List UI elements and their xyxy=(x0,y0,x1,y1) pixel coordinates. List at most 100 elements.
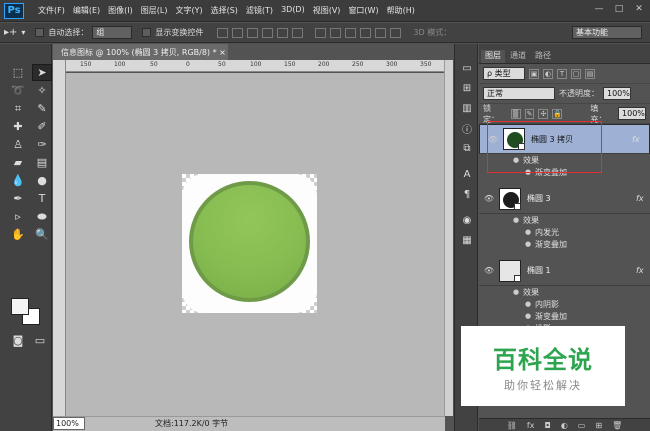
align-vcenter-icon[interactable] xyxy=(232,27,244,38)
lock-pixels-icon[interactable]: ✎ xyxy=(524,108,535,119)
eyedropper-tool-icon[interactable]: ✎ xyxy=(32,100,52,117)
clone-stamp-tool-icon[interactable]: ♙ xyxy=(8,136,28,153)
type-tool-icon[interactable]: T xyxy=(32,190,52,207)
layer-row[interactable]: 👁 椭圆 1 fx xyxy=(479,256,650,286)
align-left-icon[interactable] xyxy=(262,27,274,38)
effect-visibility-icon[interactable]: ● xyxy=(513,288,523,296)
effect-item[interactable]: ● 内阴影 xyxy=(479,298,650,310)
minimize-icon[interactable]: — xyxy=(592,3,606,15)
hand-tool-icon[interactable]: ✋ xyxy=(8,226,28,243)
filter-type-icon[interactable]: T xyxy=(557,68,567,79)
effects-header[interactable]: ● 效果 xyxy=(479,214,650,226)
lock-all-icon[interactable]: 🔒 xyxy=(552,108,563,119)
new-group-icon[interactable]: ▭ xyxy=(578,421,586,430)
fx-icon[interactable]: fx xyxy=(632,134,646,145)
menu-window[interactable]: 窗口(W) xyxy=(344,5,382,16)
quick-mask-icon[interactable]: ◙ xyxy=(8,332,28,349)
effect-item[interactable]: ● 渐变叠加 xyxy=(479,310,650,322)
effects-header[interactable]: ● 效果 xyxy=(479,154,650,166)
crop-tool-icon[interactable]: ⌗ xyxy=(8,100,28,117)
align-right-icon[interactable] xyxy=(292,27,304,38)
lock-position-icon[interactable]: ✣ xyxy=(538,108,549,119)
healing-brush-tool-icon[interactable]: ✚ xyxy=(8,118,28,135)
menu-image[interactable]: 图像(I) xyxy=(104,5,137,16)
effect-item[interactable]: ● 渐变叠加 xyxy=(479,166,650,178)
link-layers-icon[interactable]: ⛓ xyxy=(507,421,517,430)
distribute-left-icon[interactable] xyxy=(360,27,372,38)
effect-visibility-icon[interactable]: ● xyxy=(525,240,535,248)
effect-visibility-icon[interactable]: ● xyxy=(525,300,535,308)
visibility-eye-icon[interactable]: 👁 xyxy=(479,266,499,275)
visibility-eye-icon[interactable]: 👁 xyxy=(479,194,499,203)
new-adjustment-icon[interactable]: ◐ xyxy=(561,421,568,430)
effect-visibility-icon[interactable]: ● xyxy=(513,216,523,224)
tool-preset-arrow-icon[interactable]: ▾ xyxy=(21,28,25,37)
eraser-tool-icon[interactable]: ▰ xyxy=(8,154,28,171)
pen-tool-icon[interactable]: ✒ xyxy=(8,190,28,207)
delete-layer-icon[interactable]: 🗑 xyxy=(612,421,622,430)
blur-tool-icon[interactable]: 💧 xyxy=(8,172,28,189)
properties-panel-icon[interactable]: ▥ xyxy=(457,100,477,116)
color-panel-icon[interactable]: ◉ xyxy=(457,212,477,228)
blend-mode-dropdown[interactable]: 正常 xyxy=(483,87,555,100)
auto-select-checkbox[interactable] xyxy=(35,28,45,37)
effect-item[interactable]: ● 内发光 xyxy=(479,226,650,238)
distribute-vcenter-icon[interactable] xyxy=(330,27,342,38)
close-tab-icon[interactable]: × xyxy=(219,48,226,57)
filter-smart-icon[interactable]: ▤ xyxy=(585,68,595,79)
filter-shape-icon[interactable]: ▢ xyxy=(571,68,581,79)
path-selection-tool-icon[interactable]: ▹ xyxy=(8,208,28,225)
layer-row[interactable]: 👁 椭圆 3 fx xyxy=(479,184,650,214)
effect-item[interactable]: ● 渐变叠加 xyxy=(479,238,650,250)
lock-transparency-icon[interactable]: ▒ xyxy=(510,108,521,119)
tab-channels[interactable]: 通道 xyxy=(506,50,530,63)
lasso-tool-icon[interactable]: ➰ xyxy=(8,82,28,99)
layer-filter-dropdown[interactable]: ρ 类型 xyxy=(483,67,525,80)
info-panel-icon[interactable]: ⓘ xyxy=(457,120,477,136)
layer-name[interactable]: 椭圆 3 拷贝 xyxy=(531,134,632,145)
dodge-tool-icon[interactable]: ● xyxy=(32,172,52,189)
menu-help[interactable]: 帮助(H) xyxy=(383,5,419,16)
distribute-bottom-icon[interactable] xyxy=(345,27,357,38)
menu-type[interactable]: 文字(Y) xyxy=(171,5,206,16)
swatches-panel-icon[interactable]: ▦ xyxy=(457,232,477,248)
layer-name[interactable]: 椭圆 3 xyxy=(527,193,636,204)
fx-icon[interactable]: fx xyxy=(636,194,650,203)
effect-visibility-icon[interactable]: ● xyxy=(525,168,535,176)
align-hcenter-icon[interactable] xyxy=(277,27,289,38)
zoom-level-field[interactable]: 100% xyxy=(53,417,85,430)
maximize-icon[interactable]: □ xyxy=(612,3,626,15)
zoom-tool-icon[interactable]: 🔍 xyxy=(32,226,52,243)
history-panel-icon[interactable]: ▭ xyxy=(457,60,477,76)
document-tab[interactable]: 信息图标 @ 100% (椭圆 3 拷贝, RGB/8) * × xyxy=(53,44,228,60)
history-brush-tool-icon[interactable]: ✑ xyxy=(32,136,52,153)
fill-field[interactable]: 100% xyxy=(618,107,647,120)
menu-view[interactable]: 视图(V) xyxy=(309,5,345,16)
layer-comps-icon[interactable]: ⧉ xyxy=(457,140,477,156)
auto-select-dropdown[interactable]: 组 xyxy=(92,26,133,39)
vertical-scrollbar[interactable] xyxy=(444,60,453,416)
foreground-color-swatch[interactable] xyxy=(11,298,29,315)
align-bottom-icon[interactable] xyxy=(247,27,259,38)
workspace-dropdown[interactable]: 基本功能 xyxy=(572,26,642,39)
move-tool-icon[interactable]: ➤ xyxy=(32,64,52,81)
visibility-eye-icon[interactable]: 👁 xyxy=(483,134,503,145)
show-transform-checkbox[interactable] xyxy=(142,28,152,37)
distribute-right-icon[interactable] xyxy=(390,27,402,38)
move-tool-icon[interactable]: ▸+ xyxy=(4,27,17,38)
gradient-tool-icon[interactable]: ▤ xyxy=(32,154,52,171)
filter-pixel-icon[interactable]: ▣ xyxy=(529,68,539,79)
menu-filter[interactable]: 滤镜(T) xyxy=(242,5,277,16)
tab-paths[interactable]: 路径 xyxy=(531,50,555,63)
ellipse-tool-icon[interactable]: ⬬ xyxy=(32,208,52,225)
effect-visibility-icon[interactable]: ● xyxy=(513,156,523,164)
brush-tool-icon[interactable]: ✐ xyxy=(32,118,52,135)
effect-visibility-icon[interactable]: ● xyxy=(525,228,535,236)
paragraph-panel-icon[interactable]: ¶ xyxy=(457,186,477,202)
close-icon[interactable]: ✕ xyxy=(632,3,646,15)
filter-adjustment-icon[interactable]: ◐ xyxy=(543,68,553,79)
menu-edit[interactable]: 编辑(E) xyxy=(69,5,104,16)
magic-wand-tool-icon[interactable]: ✧ xyxy=(32,82,52,99)
document-canvas[interactable] xyxy=(182,174,317,313)
layer-name[interactable]: 椭圆 1 xyxy=(527,265,636,276)
